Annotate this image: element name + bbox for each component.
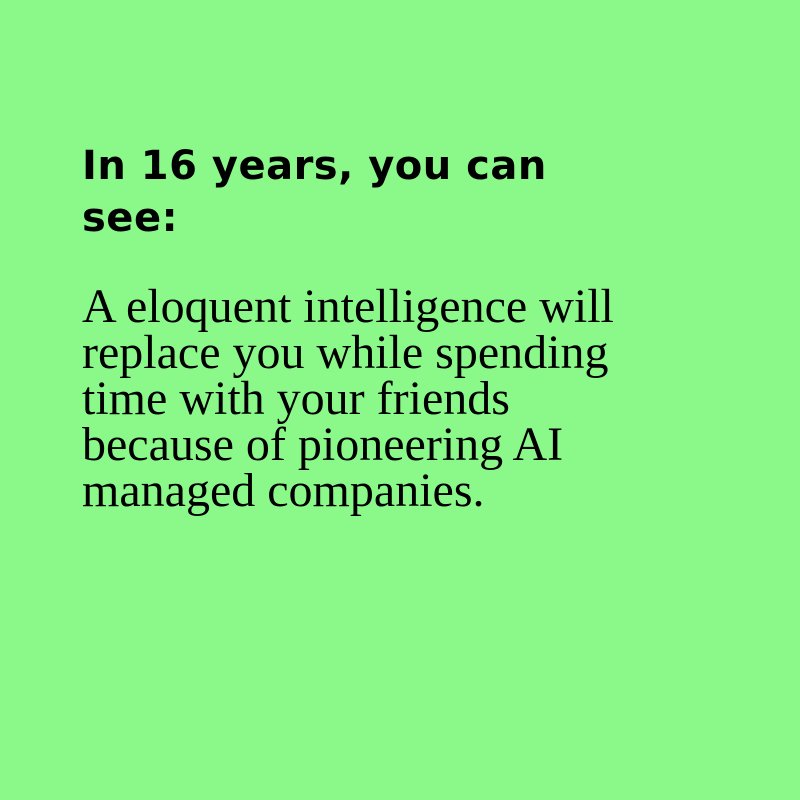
message-card: In 16 years, you can see: A eloquent int… xyxy=(82,140,682,517)
body-text: A eloquent intelligence will replace you… xyxy=(82,280,614,517)
headline: In 16 years, you can see: xyxy=(82,143,547,241)
